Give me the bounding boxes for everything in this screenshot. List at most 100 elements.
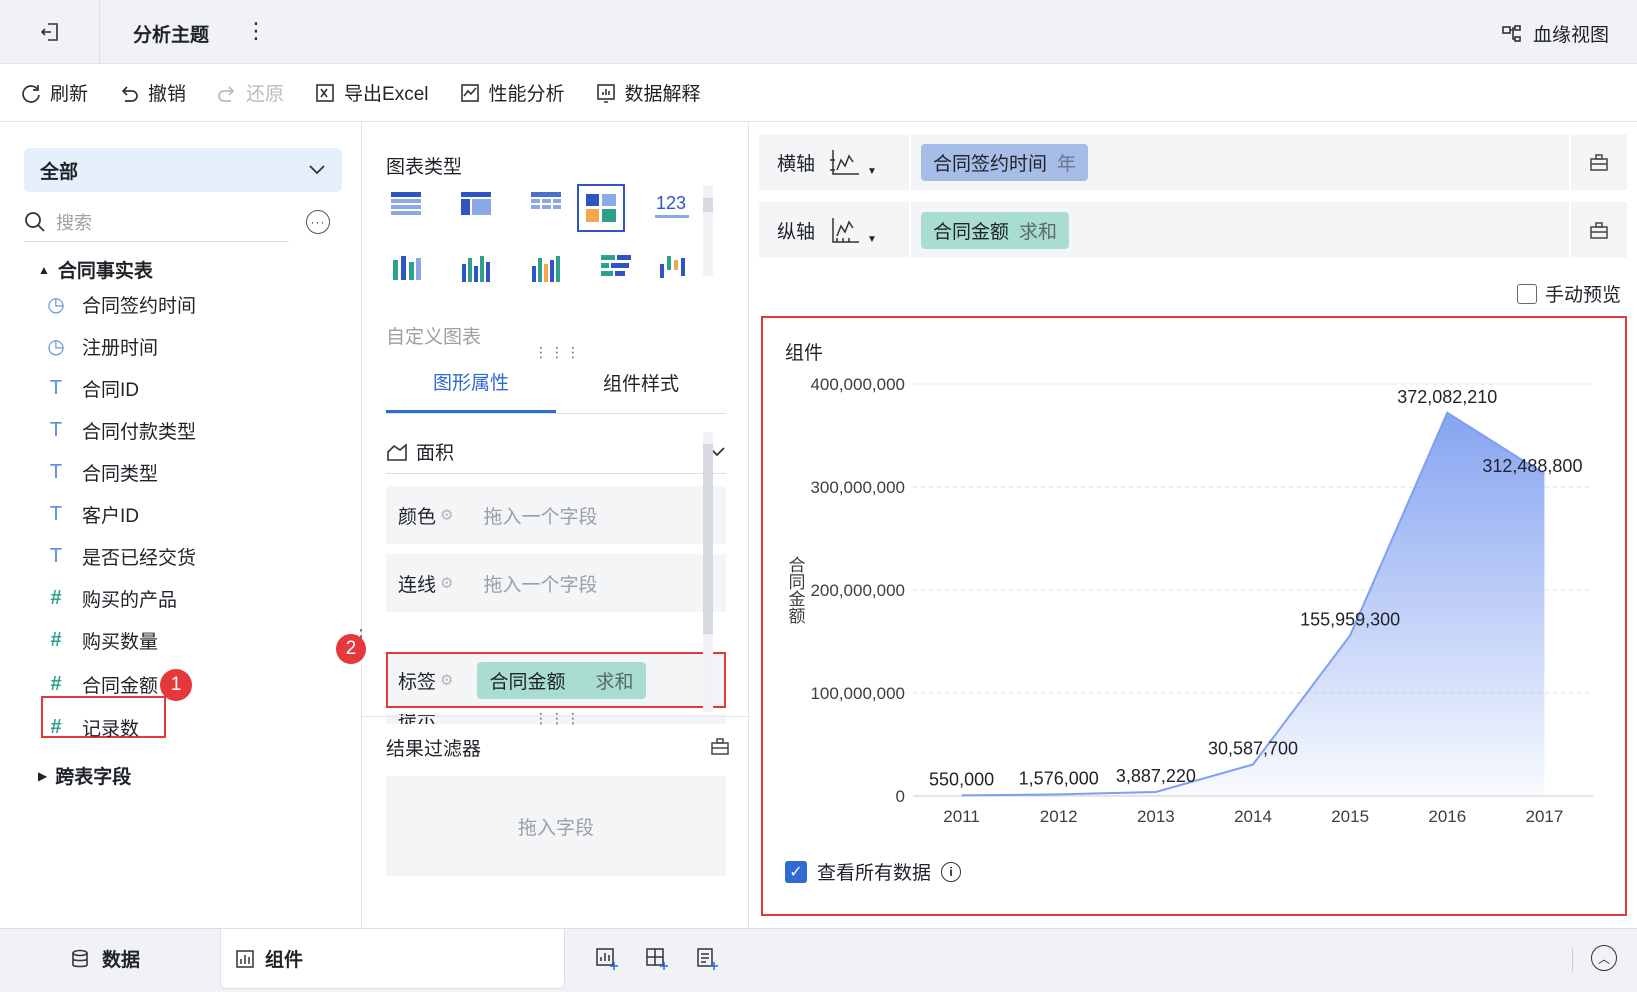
more-options-icon[interactable]: ··· bbox=[306, 210, 330, 234]
tab-data[interactable]: 数据 bbox=[70, 945, 140, 972]
tab-graphic-properties[interactable]: 图形属性 bbox=[386, 352, 556, 413]
field-item[interactable]: T 合同类型 bbox=[44, 452, 158, 492]
number-type-icon: # bbox=[50, 672, 62, 695]
view-all-data-toggle[interactable]: ✓ 查看所有数据 i bbox=[785, 858, 962, 885]
custom-chart-label: 自定义图表 bbox=[386, 327, 482, 348]
color-property[interactable]: 颜色 ⚙ 拖入一个字段 bbox=[386, 486, 726, 544]
table-node[interactable]: ▲ 合同事实表 bbox=[38, 256, 153, 283]
data-label: 30,587,700 bbox=[1208, 738, 1298, 758]
add-component-icon[interactable] bbox=[595, 947, 619, 971]
x-axis-type-select[interactable]: ▼ bbox=[829, 146, 909, 178]
field-label: 合同金额 bbox=[82, 675, 159, 697]
scrollbar[interactable] bbox=[703, 432, 713, 712]
clock-icon: ◷ bbox=[47, 293, 65, 316]
count-type-icon: # bbox=[50, 715, 62, 738]
field-item[interactable]: T 是否已经交货 bbox=[44, 536, 196, 576]
chart-types-label: 图表类型 bbox=[386, 157, 463, 178]
cross-table-node[interactable]: ▶ 跨表字段 bbox=[38, 762, 131, 789]
more-menu-icon[interactable]: ⋮ bbox=[245, 18, 267, 44]
x-tick-label: 2014 bbox=[1234, 807, 1272, 826]
add-dashboard-icon[interactable] bbox=[645, 947, 669, 971]
collapse-icon[interactable]: ︿ bbox=[1591, 945, 1617, 971]
field-item[interactable]: ◷ 合同签约时间 bbox=[44, 284, 196, 324]
exit-icon bbox=[40, 23, 58, 41]
search-icon bbox=[25, 211, 45, 232]
lineage-view-button[interactable]: 血缘视图 bbox=[1501, 20, 1609, 47]
refresh-button[interactable]: 刷新 bbox=[20, 79, 88, 106]
export-excel-button[interactable]: 导出Excel bbox=[314, 79, 429, 106]
field-item[interactable]: # 购买数量 bbox=[44, 620, 158, 660]
range-column-icon[interactable] bbox=[652, 246, 696, 290]
bottom-actions bbox=[595, 947, 719, 971]
text-type-icon: T bbox=[49, 418, 63, 441]
chevron-down-icon bbox=[309, 165, 325, 175]
manual-preview-checkbox[interactable] bbox=[1516, 283, 1537, 304]
cross-table-chart-icon[interactable] bbox=[454, 184, 498, 228]
panel-resize-handle[interactable]: ⋮⋮⋮ bbox=[534, 710, 582, 727]
manual-preview-toggle[interactable]: 手动预览 bbox=[1516, 280, 1621, 307]
filter-settings-icon[interactable] bbox=[710, 736, 730, 761]
chart-component[interactable]: 组件 0 100,000,000 200,000,000 300,000,000 400… bbox=[761, 316, 1627, 916]
grouped-bar-icon[interactable] bbox=[384, 246, 428, 290]
add-story-icon[interactable] bbox=[695, 947, 719, 971]
bottom-bar: 数据 组件 ︿ bbox=[0, 928, 1637, 992]
area-chart[interactable]: 0 100,000,000 200,000,000 300,000,000 400,00… bbox=[763, 358, 1623, 858]
undo-button[interactable]: 撤销 bbox=[118, 79, 186, 106]
text-type-icon: T bbox=[49, 502, 63, 525]
y-tick-label: 400,000,000 bbox=[810, 375, 905, 394]
redo-button[interactable]: 还原 bbox=[216, 79, 284, 106]
table-chart-icon[interactable] bbox=[384, 184, 428, 228]
y-axis-drop-zone[interactable]: 合同金额 求和 bbox=[909, 202, 1569, 258]
gear-icon[interactable]: ⚙ bbox=[440, 574, 453, 592]
lineage-icon bbox=[1502, 24, 1521, 42]
field-label: 购买数量 bbox=[82, 631, 159, 653]
line-property[interactable]: 连线 ⚙ 拖入一个字段 bbox=[386, 554, 726, 612]
field-item[interactable]: T 合同ID bbox=[44, 368, 139, 408]
field-item[interactable]: T 客户ID bbox=[44, 494, 139, 534]
filter-drop-zone[interactable]: 拖入字段 bbox=[386, 776, 726, 876]
x-axis-drop-zone[interactable]: 合同签约时间 年 bbox=[909, 134, 1569, 190]
x-axis-settings-icon[interactable] bbox=[1569, 134, 1627, 190]
tab-component[interactable]: 组件 bbox=[220, 929, 565, 989]
filter-placeholder: 拖入字段 bbox=[517, 817, 594, 839]
field-item[interactable]: # 记录数 bbox=[44, 707, 139, 747]
mark-type-select[interactable]: 面积 bbox=[386, 430, 726, 474]
x-tick-label: 2017 bbox=[1526, 807, 1564, 826]
lineage-label: 血缘视图 bbox=[1532, 25, 1609, 46]
y-axis-type-select[interactable]: ▼ bbox=[829, 214, 909, 246]
chip-aggregation: 年 bbox=[1057, 153, 1077, 175]
custom-chart-icon-selected[interactable] bbox=[577, 184, 625, 232]
search-box[interactable]: 搜索 bbox=[24, 202, 289, 242]
chip-field: 合同金额 bbox=[933, 221, 1010, 243]
highlight-box bbox=[386, 652, 726, 708]
gear-icon[interactable]: ⚙ bbox=[440, 506, 453, 524]
scrollbar[interactable] bbox=[703, 186, 713, 276]
y-axis-field-chip[interactable]: 合同金额 求和 bbox=[921, 211, 1070, 249]
kpi-chart-icon[interactable]: 123 bbox=[650, 184, 694, 228]
field-item[interactable]: ◷ 注册时间 bbox=[44, 326, 158, 366]
component-tab-label: 组件 bbox=[265, 950, 304, 971]
x-axis-field-chip[interactable]: 合同签约时间 年 bbox=[921, 143, 1089, 181]
bar-chart-icon[interactable] bbox=[594, 246, 638, 290]
export-label: 导出Excel bbox=[344, 84, 429, 105]
color-property-label: 颜色 bbox=[398, 506, 437, 528]
info-icon[interactable]: i bbox=[941, 861, 962, 882]
field-item[interactable]: # 购买的产品 bbox=[44, 578, 177, 618]
y-axis-settings-icon[interactable] bbox=[1569, 202, 1627, 258]
field-item[interactable]: T 合同付款类型 bbox=[44, 410, 196, 450]
tab-component-style[interactable]: 组件样式 bbox=[556, 352, 726, 413]
data-label: 372,082,210 bbox=[1397, 387, 1497, 407]
view-all-checkbox[interactable]: ✓ bbox=[785, 860, 807, 883]
detail-table-chart-icon[interactable] bbox=[524, 184, 568, 228]
x-axis-row: 横轴 ▼ 合同签约时间 年 bbox=[759, 134, 1627, 190]
color-column-icon[interactable] bbox=[524, 246, 568, 290]
mark-type-value: 面积 bbox=[416, 443, 455, 464]
back-button[interactable] bbox=[0, 0, 100, 64]
field-label: 合同ID bbox=[82, 379, 140, 401]
scope-select[interactable]: 全部 bbox=[24, 148, 342, 192]
column-chart-icon[interactable] bbox=[454, 246, 498, 290]
performance-analysis-button[interactable]: 性能分析 bbox=[459, 79, 565, 106]
data-explain-button[interactable]: 数据解释 bbox=[595, 79, 701, 106]
step-badge-2: 2 bbox=[336, 634, 366, 664]
caret-down-icon: ▼ bbox=[867, 165, 877, 177]
